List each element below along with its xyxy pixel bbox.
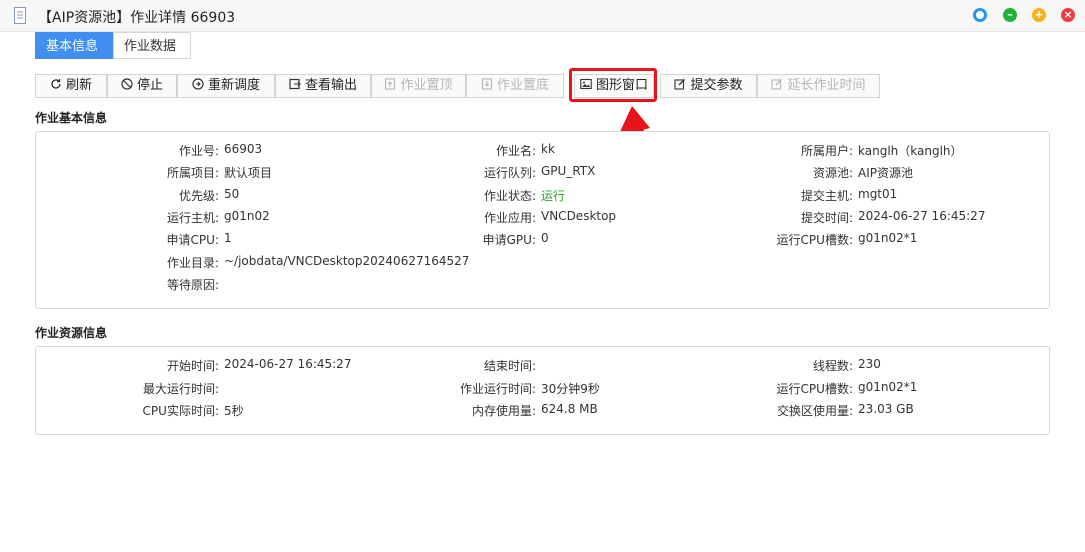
refresh-label: 刷新 (65, 78, 92, 93)
info-label-text: 所属用户: (800, 144, 853, 158)
info-value: AIP资源池 (858, 166, 913, 181)
pin-top-label: 作业置顶 (400, 78, 453, 93)
highlight-box (569, 68, 657, 102)
reschedule-button[interactable]: 重新调度 (177, 74, 275, 98)
info-value: 230 (858, 357, 881, 371)
info-value: g01n02*1 (858, 379, 918, 394)
info-label-text: 资源池: (812, 166, 853, 181)
view-output-button[interactable]: 查看输出 (275, 74, 371, 98)
extend-time-label: 延长作业时间 (787, 78, 866, 93)
refresh-button[interactable]: 刷新 (35, 74, 107, 98)
refresh-icon (51, 79, 61, 89)
refresh-window-icon[interactable] (973, 8, 987, 22)
basic-info-panel: 作业号: 66903 作业名: kk 所属用户: kanglh（kanglh） 所属项目: 默… (35, 131, 1050, 309)
maximize-icon[interactable]: + (1032, 8, 1046, 22)
resource-info-panel: 开始时间: 2024-06-27 16:45:27 结束时间: 线程数: 230 最大运行… (35, 346, 1050, 435)
extend-time-button[interactable]: 延长作业时间 (757, 74, 880, 98)
info-label-text: 运行CPU槽数: (776, 381, 853, 396)
pin-bottom-button[interactable]: 作业置底 (466, 74, 564, 98)
resource-info-title: 作业资源信息 (35, 326, 108, 340)
reschedule-icon (192, 78, 204, 90)
pin-bottom-icon (481, 78, 493, 90)
close-icon[interactable]: × (1061, 8, 1075, 22)
tab-basic-info[interactable]: 基本信息 (35, 32, 113, 59)
document-icon (14, 7, 26, 24)
extend-icon (771, 79, 783, 90)
stop-icon (121, 78, 133, 90)
info-label: 资源池: (36, 164, 853, 182)
window-titlebar: 【AIP资源池】作业详情 66903 – + × (0, 0, 1085, 32)
info-label: 所属用户: (36, 142, 853, 160)
minimize-icon[interactable]: – (1003, 8, 1017, 22)
submit-params-label: 提交参数 (690, 78, 743, 93)
info-label-text: 运行CPU槽数: (776, 233, 853, 248)
stop-button[interactable]: 停止 (107, 74, 177, 98)
window-title: 【AIP资源池】作业详情 66903 (38, 10, 236, 26)
info-label-text: 提交时间: (800, 210, 853, 225)
info-value: g01n02*1 (858, 231, 918, 246)
pin-top-button[interactable]: 作业置顶 (371, 74, 466, 98)
info-label: 作业目录: (36, 254, 219, 272)
info-label-text: 交换区使用量: (776, 404, 853, 418)
info-value: 23.03 GB (858, 402, 914, 416)
info-label: 等待原因: (36, 276, 219, 294)
pin-bottom-label: 作业置底 (496, 78, 549, 93)
edit-icon (674, 79, 686, 90)
toolbar: 刷新 停止 重新调度 查看输出 作业置顶 作业置底 图形窗口 提交参数 延长作业… (35, 74, 880, 98)
info-label-text: 等待原因: (166, 277, 219, 292)
reschedule-label: 重新调度 (207, 78, 260, 93)
view-output-icon (289, 78, 301, 90)
info-label-text: 线程数: (812, 359, 853, 373)
info-value: 2024-06-27 16:45:27 (858, 208, 986, 223)
info-value: mgt01 (858, 186, 898, 201)
submit-params-button[interactable]: 提交参数 (660, 74, 757, 98)
info-label: 交换区使用量: (36, 402, 853, 420)
pin-top-icon (385, 78, 396, 90)
info-label: 运行CPU槽数: (36, 380, 853, 398)
info-label-text: 提交主机: (800, 188, 853, 203)
view-output-label: 查看输出 (304, 78, 357, 93)
info-label: 提交时间: (36, 209, 853, 227)
info-value: ~/jobdata/VNCDesktop20240627164527 (224, 253, 470, 268)
info-label: 运行CPU槽数: (36, 231, 853, 249)
info-label: 线程数: (36, 357, 853, 375)
info-label-text: 作业目录: (166, 255, 219, 270)
tab-bar: 基本信息 作业数据 (35, 32, 1050, 59)
stop-label: 停止 (136, 78, 163, 93)
info-value: kanglh（kanglh） (858, 144, 963, 158)
basic-info-title: 作业基本信息 (35, 111, 108, 125)
tab-job-data[interactable]: 作业数据 (113, 32, 191, 59)
info-label: 提交主机: (36, 187, 853, 205)
